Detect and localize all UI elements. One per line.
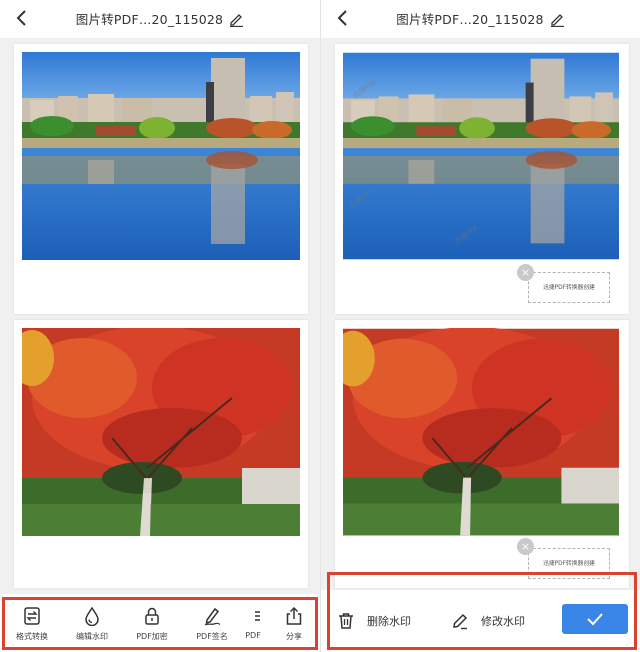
document-title[interactable]: 图片转PDF…20_115028: [321, 9, 640, 28]
pdf-page-1: [14, 44, 308, 314]
top-bar: 图片转PDF…20_115028: [321, 0, 640, 38]
pdf-page-2: 迅捷PDF转换器创建 ×: [335, 320, 629, 588]
remove-watermark-close-icon[interactable]: ×: [517, 264, 534, 281]
edit-title-icon[interactable]: [549, 11, 565, 27]
document-title-text: 图片转PDF…20_115028: [396, 12, 544, 27]
watermark-box[interactable]: 迅捷PDF转换器创建: [528, 272, 610, 303]
document-title-text: 图片转PDF…20_115028: [75, 12, 224, 27]
pdf-page-1: 迅捷PDF 迅捷PDF 迅捷PDF 迅捷PDF转换器创建 ×: [335, 44, 629, 314]
maple-tree-photo: [343, 328, 619, 536]
maple-tree-photo: [22, 328, 300, 536]
lake-photo: [343, 52, 619, 260]
right-screen: 图片转PDF…20_115028 迅捷PDF 迅捷PDF 迅捷PDF 迅捷PDF…: [320, 0, 640, 652]
highlight-frame-left: [2, 597, 318, 650]
pdf-page-2: [14, 320, 308, 588]
edit-title-icon[interactable]: [228, 11, 244, 27]
highlight-frame-right: [327, 572, 637, 650]
lake-photo: [22, 52, 300, 260]
top-bar: 图片转PDF…20_115028: [0, 0, 320, 38]
document-title[interactable]: 图片转PDF…20_115028: [0, 9, 320, 28]
left-screen: 图片转PDF…20_115028 格式转换 编辑水印 PDF加密 PDF签名 P…: [0, 0, 320, 652]
remove-watermark-close-icon[interactable]: ×: [517, 538, 534, 555]
